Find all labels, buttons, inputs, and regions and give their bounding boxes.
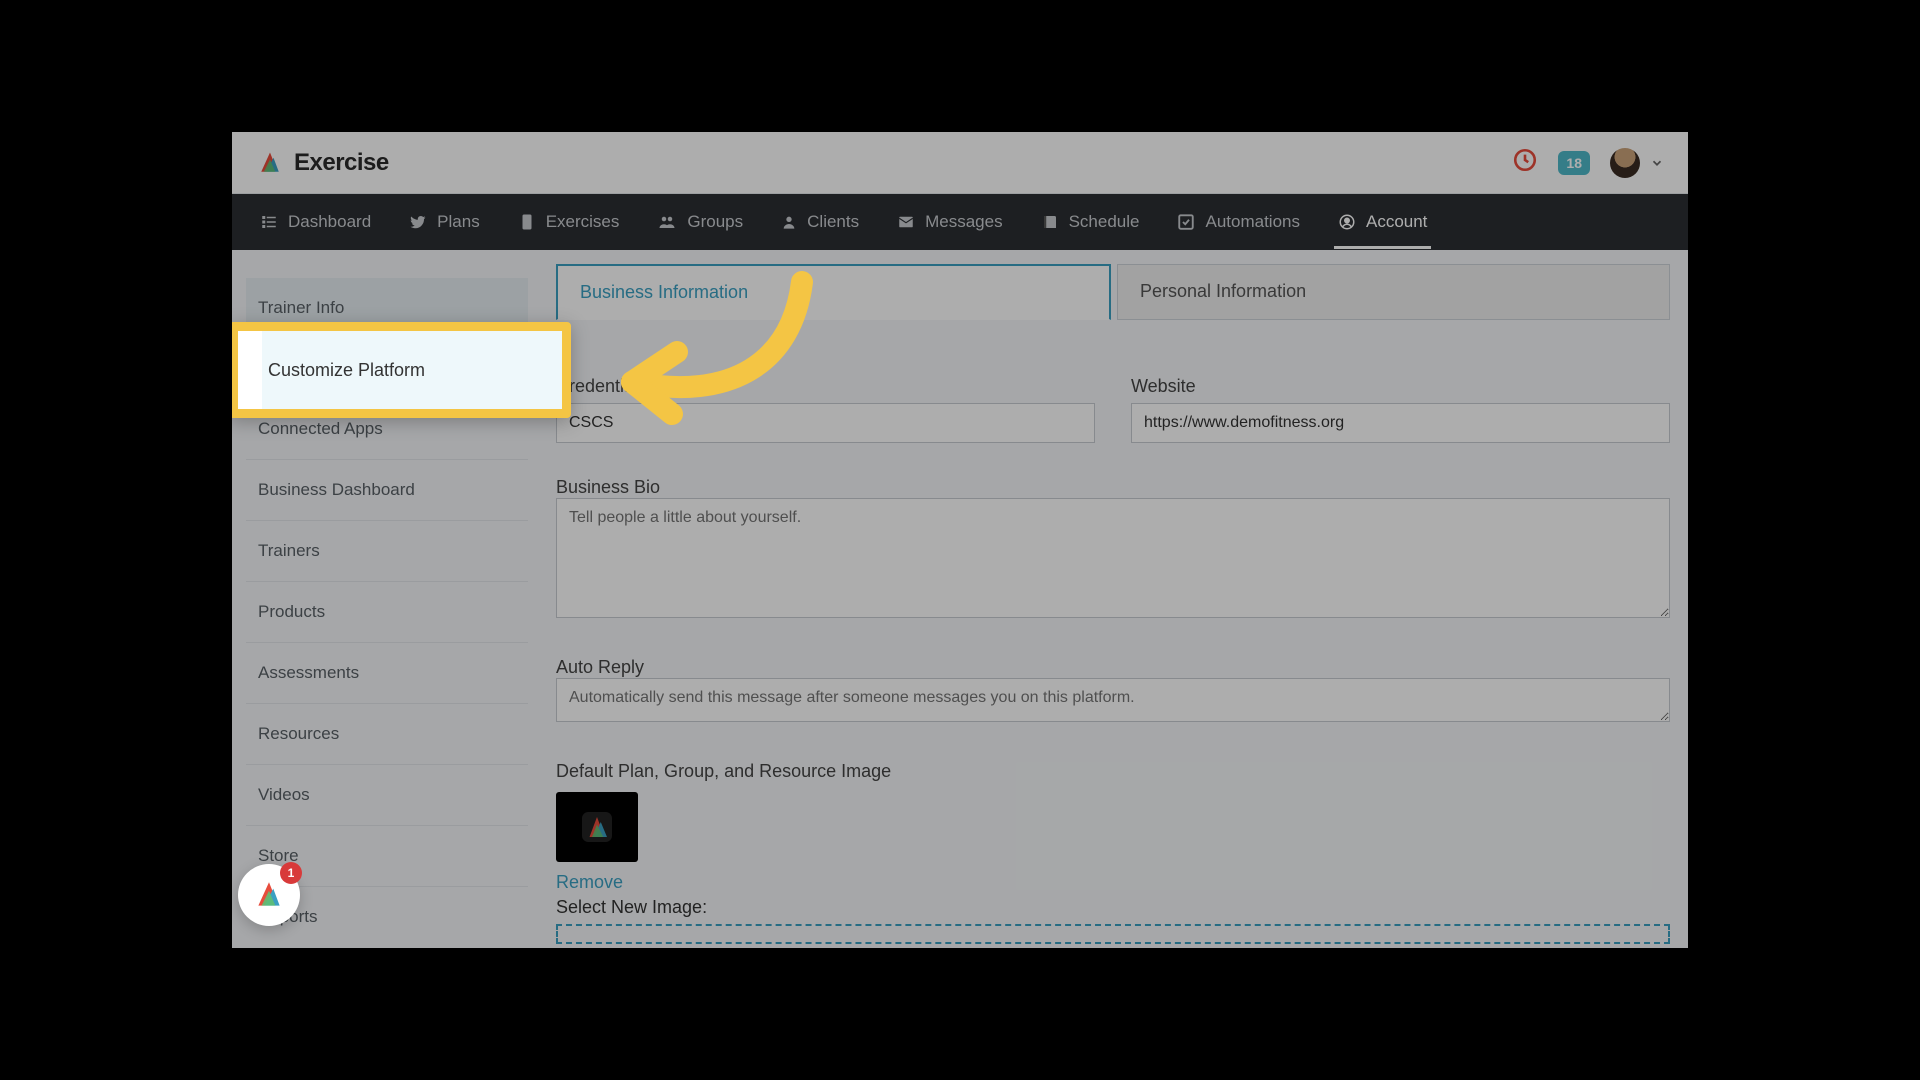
nav-label: Account [1366,212,1427,232]
app-root: Exercise 18 Dashboard [232,132,1688,948]
help-bubble[interactable]: 1 [238,864,300,926]
sidebar-item-label: Assessments [258,663,359,682]
remove-image-link[interactable]: Remove [556,872,1670,893]
tab-label: Personal Information [1140,281,1306,301]
nav-automations[interactable]: Automations [1173,204,1304,240]
nav-plans[interactable]: Plans [405,204,484,240]
credentials-input[interactable] [556,403,1095,443]
nav-dashboard[interactable]: Dashboard [256,204,375,240]
nav-account[interactable]: Account [1334,195,1431,249]
nav-label: Plans [437,212,480,232]
sidebar-item-business-dashboard[interactable]: Business Dashboard [246,460,528,521]
brand-name: Exercise [294,149,389,177]
bio-textarea[interactable] [556,498,1670,618]
default-image-thumb [556,792,638,862]
tab-business-information[interactable]: Business Information [556,264,1111,320]
tabs: Business Information Personal Informatio… [556,264,1670,320]
nav-groups[interactable]: Groups [653,204,747,240]
sidebar-item-label: Connected Apps [258,419,383,438]
help-badge: 1 [280,862,302,884]
bio-label: Business Bio [556,477,660,497]
nav-label: Clients [807,212,859,232]
topbar-right: 18 [1512,147,1664,178]
nav-clients[interactable]: Clients [777,204,863,240]
sidebar-item-products[interactable]: Products [246,582,528,643]
credentials-label: Credentials [556,376,1095,397]
image-dropzone[interactable] [556,924,1670,944]
sidebar-item-label: Resources [258,724,339,743]
nav-exercises[interactable]: Exercises [514,204,624,240]
nav-label: Automations [1205,212,1300,232]
navbar: Dashboard Plans Exercises Groups Clients… [232,194,1688,250]
user-menu[interactable] [1610,148,1664,178]
sidebar-item-label: Trainers [258,541,320,560]
user-circle-icon [1338,213,1356,231]
notification-badge[interactable]: 18 [1558,151,1590,175]
check-square-icon [1177,213,1195,231]
sidebar-item-videos[interactable]: Videos [246,765,528,826]
nav-schedule[interactable]: Schedule [1037,204,1144,240]
avatar [1610,148,1640,178]
autoreply-label: Auto Reply [556,657,644,677]
main-content: Business Information Personal Informatio… [542,250,1688,948]
sidebar-item-trainers[interactable]: Trainers [246,521,528,582]
website-label: Website [1131,376,1670,397]
topbar: Exercise 18 [232,132,1688,194]
book-icon [1041,213,1059,231]
tab-personal-information[interactable]: Personal Information [1117,264,1670,320]
tab-label: Business Information [580,282,748,302]
sidebar-item-label: Business Dashboard [258,480,415,499]
brand-logo-icon [577,807,617,847]
select-new-image-label: Select New Image: [556,897,1670,918]
nav-messages[interactable]: Messages [893,204,1006,240]
group-icon [657,213,677,231]
sidebar-item-label: Products [258,602,325,621]
website-input[interactable] [1131,403,1670,443]
sidebar-item-label: Trainer Info [258,298,344,317]
autoreply-textarea[interactable] [556,678,1670,722]
brand[interactable]: Exercise [256,149,389,177]
nav-label: Exercises [546,212,620,232]
sidebar-item-assessments[interactable]: Assessments [246,643,528,704]
nav-label: Dashboard [288,212,371,232]
default-image-label: Default Plan, Group, and Resource Image [556,761,1670,782]
highlight-customize-platform: Customize Platform [232,322,571,418]
clock-icon[interactable] [1512,147,1538,178]
list-icon [260,213,278,231]
highlight-label: Customize Platform [268,360,425,381]
nav-label: Groups [687,212,743,232]
phone-icon [518,213,536,231]
bird-icon [409,213,427,231]
sidebar-item-label: Videos [258,785,310,804]
chevron-down-icon [1650,156,1664,170]
brand-logo-icon [256,149,284,177]
user-icon [781,213,797,231]
brand-logo-icon [252,878,286,912]
mail-icon [897,213,915,231]
nav-label: Schedule [1069,212,1140,232]
sidebar-item-resources[interactable]: Resources [246,704,528,765]
nav-label: Messages [925,212,1002,232]
